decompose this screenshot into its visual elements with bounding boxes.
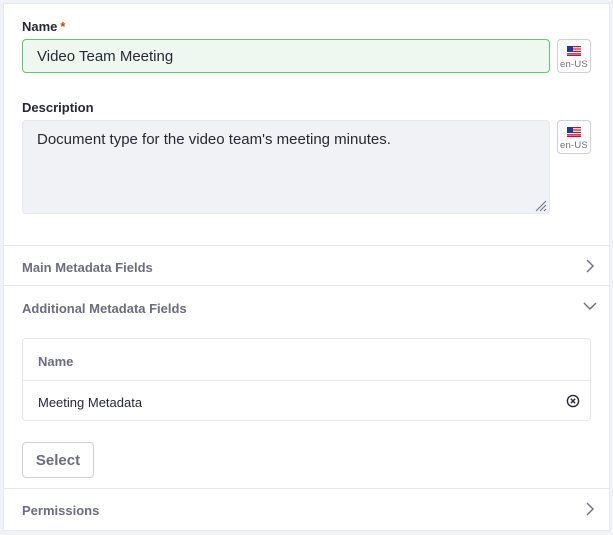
table-row-name: Meeting Metadata	[38, 395, 143, 410]
remove-circle-icon[interactable]	[566, 394, 580, 408]
name-label-text: Name	[22, 19, 58, 34]
description-label: Description	[22, 100, 94, 115]
section-header-main-metadata[interactable]: Main Metadata Fields	[4, 246, 609, 286]
required-mark: *	[60, 19, 66, 34]
section-header-additional-metadata[interactable]: Additional Metadata Fields	[4, 286, 609, 326]
name-label: Name *	[22, 19, 65, 34]
chevron-right-icon	[586, 259, 594, 273]
description-locale-button[interactable]: en-US	[557, 120, 591, 154]
us-flag-icon	[567, 127, 581, 137]
section-title: Permissions	[22, 503, 100, 518]
chevron-right-icon	[586, 502, 594, 516]
locale-label: en-US	[560, 140, 588, 151]
name-input[interactable]	[22, 39, 550, 73]
name-locale-button[interactable]: en-US	[557, 39, 591, 73]
chevron-down-icon	[583, 302, 597, 310]
section-title: Main Metadata Fields	[22, 260, 153, 275]
section-title: Additional Metadata Fields	[22, 301, 187, 316]
section-header-permissions[interactable]: Permissions	[4, 489, 609, 529]
description-textarea[interactable]: Document type for the video team's meeti…	[22, 120, 550, 214]
resize-grip-icon[interactable]	[535, 200, 547, 212]
metadata-table: Name Meeting Metadata	[22, 338, 591, 421]
column-header-name: Name	[38, 354, 74, 369]
select-button[interactable]: Select	[22, 442, 94, 478]
locale-label: en-US	[560, 59, 588, 70]
us-flag-icon	[567, 46, 581, 56]
table-divider	[23, 380, 590, 381]
document-type-form: Name* en-US Description Document type fo…	[4, 4, 609, 530]
